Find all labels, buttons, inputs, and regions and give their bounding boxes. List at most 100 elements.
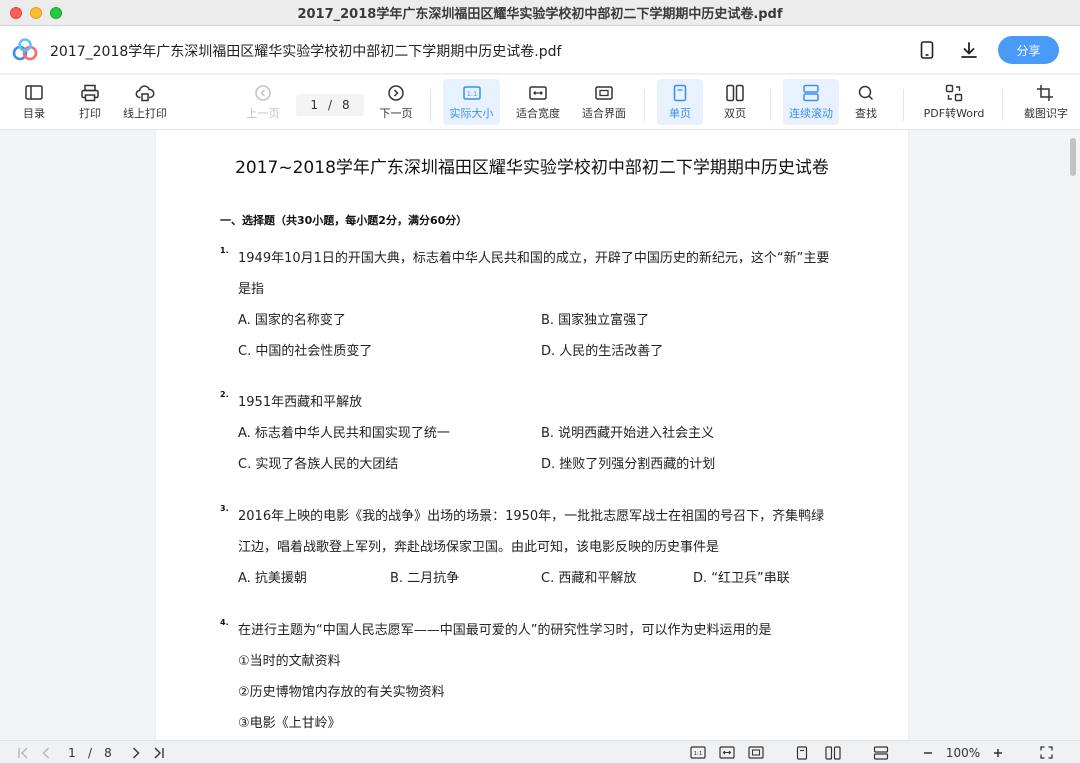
- option-a: A. 标志着中华人民共和国实现了统一: [238, 426, 450, 441]
- svg-text:1:1: 1:1: [466, 90, 476, 98]
- toolbar: 目录 打印 线上打印 上一页 下一页 1:1 实际大小 适合宽度 适合界面 单页…: [0, 75, 1080, 130]
- fit-width-label: 适合宽度: [516, 106, 560, 120]
- statement-3: ③电影《上甘岭》: [238, 716, 341, 731]
- pdf-page: 2017~2018学年广东深圳福田区耀华实验学校初中部初二下学期期中历史试卷 一…: [156, 130, 908, 740]
- zoom-out-icon[interactable]: [920, 744, 936, 761]
- question-stem: 1951年西藏和平解放: [238, 395, 363, 410]
- document-title: 2017~2018学年广东深圳福田区耀华实验学校初中部初二下学期期中历史试卷: [235, 158, 829, 178]
- convert-icon: [945, 84, 963, 101]
- single-page-label: 单页: [669, 106, 691, 120]
- actual-size-icon[interactable]: 1:1: [688, 744, 708, 761]
- continuous-scroll-button[interactable]: 连续滚动: [783, 79, 839, 125]
- question-stem: 1949年10月1日的开国大典，标志着中华人民共和国的成立，开辟了中国历史的新纪…: [238, 251, 830, 266]
- option-d: D. “红卫兵”串联: [693, 571, 790, 586]
- print-button[interactable]: 打印: [70, 79, 110, 125]
- question-number: 1.: [220, 246, 229, 255]
- document-viewer[interactable]: 2017~2018学年广东深圳福田区耀华实验学校初中部初二下学期期中历史试卷 一…: [0, 130, 1080, 740]
- close-window-button[interactable]: [10, 7, 22, 19]
- mobile-icon[interactable]: [916, 39, 938, 61]
- option-d: D. 挫败了列强分割西藏的计划: [541, 457, 716, 472]
- printer-icon: [81, 84, 99, 101]
- prev-page-button[interactable]: 上一页: [243, 79, 283, 125]
- prev-page-label: 上一页: [246, 106, 280, 120]
- app-logo-icon: [12, 38, 38, 61]
- minimize-window-button[interactable]: [30, 7, 42, 19]
- fit-screen-icon: [595, 85, 613, 100]
- screenshot-ocr-button[interactable]: 截图识字: [1018, 79, 1074, 125]
- zoom-in-icon[interactable]: [990, 744, 1006, 761]
- chevron-left-circle-icon: [255, 84, 271, 101]
- status-page-separator: /: [87, 745, 93, 760]
- question-number: 2.: [220, 390, 229, 399]
- question-stem: 在进行主题为“中国人民志愿军——中国最可爱的人”的研究性学习时，可以作为史料运用…: [238, 623, 772, 638]
- option-d: D. 人民的生活改善了: [541, 344, 664, 359]
- pdf-to-word-label: PDF转Word: [923, 106, 985, 120]
- actual-size-button[interactable]: 1:1 实际大小: [443, 79, 500, 125]
- catalog-label: 目录: [23, 106, 45, 120]
- file-name: 2017_2018学年广东深圳福田区耀华实验学校初中部初二下学期期中历史试卷.p…: [50, 44, 562, 60]
- fit-screen-button[interactable]: 适合界面: [578, 79, 630, 125]
- prev-page-icon[interactable]: [38, 744, 54, 761]
- next-page-icon[interactable]: [128, 744, 144, 761]
- fit-width-icon: [529, 85, 547, 100]
- double-page-icon: [726, 84, 744, 101]
- traffic-lights: [10, 7, 62, 19]
- toolbar-divider: [1002, 89, 1003, 121]
- online-print-button[interactable]: 线上打印: [118, 79, 172, 125]
- last-page-icon[interactable]: [150, 744, 168, 761]
- fit-screen-icon[interactable]: [746, 744, 766, 761]
- app-header: 2017_2018学年广东深圳福田区耀华实验学校初中部初二下学期期中历史试卷.p…: [0, 26, 1080, 74]
- catalog-icon: [25, 84, 43, 100]
- status-bar: 1 / 8 1:1 100%: [0, 740, 1080, 763]
- section-heading: 一、选择题（共30小题，每小题2分，满分60分）: [220, 214, 468, 227]
- fit-screen-label: 适合界面: [582, 106, 626, 120]
- option-c: C. 中国的社会性质变了: [238, 344, 373, 359]
- page-separator: /: [327, 98, 333, 112]
- question-stem: 江边，唱着战歌登上军列，奔赴战场保家卫国。由此可知，该电影反映的历史事件是: [238, 540, 720, 555]
- toolbar-divider: [430, 89, 431, 121]
- single-page-icon[interactable]: [793, 744, 811, 761]
- svg-text:1:1: 1:1: [694, 751, 703, 757]
- total-pages-value: 8: [342, 98, 350, 112]
- fit-width-icon[interactable]: [717, 744, 737, 761]
- fullscreen-icon[interactable]: [1037, 744, 1055, 761]
- question-stem: 2016年上映的电影《我的战争》出场的场景：1950年，一批批志愿军战士在祖国的…: [238, 509, 825, 524]
- vertical-scrollbar[interactable]: [1064, 130, 1080, 740]
- catalog-button[interactable]: 目录: [14, 79, 54, 125]
- chevron-right-circle-icon: [388, 84, 404, 101]
- single-page-button[interactable]: 单页: [657, 79, 703, 125]
- actual-size-label: 实际大小: [449, 106, 494, 120]
- page-number-box[interactable]: 1 / 8: [296, 94, 364, 116]
- fit-width-button[interactable]: 适合宽度: [512, 79, 564, 125]
- option-a: A. 国家的名称变了: [238, 313, 346, 328]
- share-button[interactable]: 分享: [998, 36, 1059, 64]
- question-stem: 是指: [238, 282, 265, 297]
- status-current-page[interactable]: 1: [64, 744, 80, 761]
- single-page-icon: [673, 84, 687, 101]
- toolbar-divider: [770, 89, 771, 121]
- download-icon[interactable]: [958, 39, 980, 61]
- option-c: C. 实现了各族人民的大团结: [238, 457, 399, 472]
- status-total-pages: 8: [104, 745, 112, 760]
- current-page-value[interactable]: 1: [310, 98, 318, 112]
- double-page-button[interactable]: 双页: [714, 79, 756, 125]
- double-page-icon[interactable]: [823, 744, 843, 761]
- continuous-scroll-icon[interactable]: [871, 744, 891, 761]
- option-a: A. 抗美援朝: [238, 571, 307, 586]
- option-b: B. 二月抗争: [390, 571, 460, 586]
- next-page-button[interactable]: 下一页: [376, 79, 416, 125]
- window-title: 2017_2018学年广东深圳福田区耀华实验学校初中部初二下学期期中历史试卷.p…: [297, 7, 783, 22]
- crop-icon: [1037, 84, 1053, 101]
- continuous-scroll-icon: [803, 84, 819, 101]
- maximize-window-button[interactable]: [50, 7, 62, 19]
- find-label: 查找: [855, 106, 877, 120]
- online-print-label: 线上打印: [123, 106, 167, 120]
- first-page-icon[interactable]: [14, 744, 32, 761]
- option-c: C. 西藏和平解放: [541, 571, 637, 586]
- actual-size-icon: 1:1: [462, 85, 481, 100]
- pdf-to-word-button[interactable]: PDF转Word: [920, 79, 988, 125]
- scrollbar-thumb[interactable]: [1070, 138, 1076, 176]
- zoom-level[interactable]: 100%: [942, 744, 984, 761]
- find-button[interactable]: 查找: [846, 79, 886, 125]
- continuous-scroll-label: 连续滚动: [789, 106, 833, 120]
